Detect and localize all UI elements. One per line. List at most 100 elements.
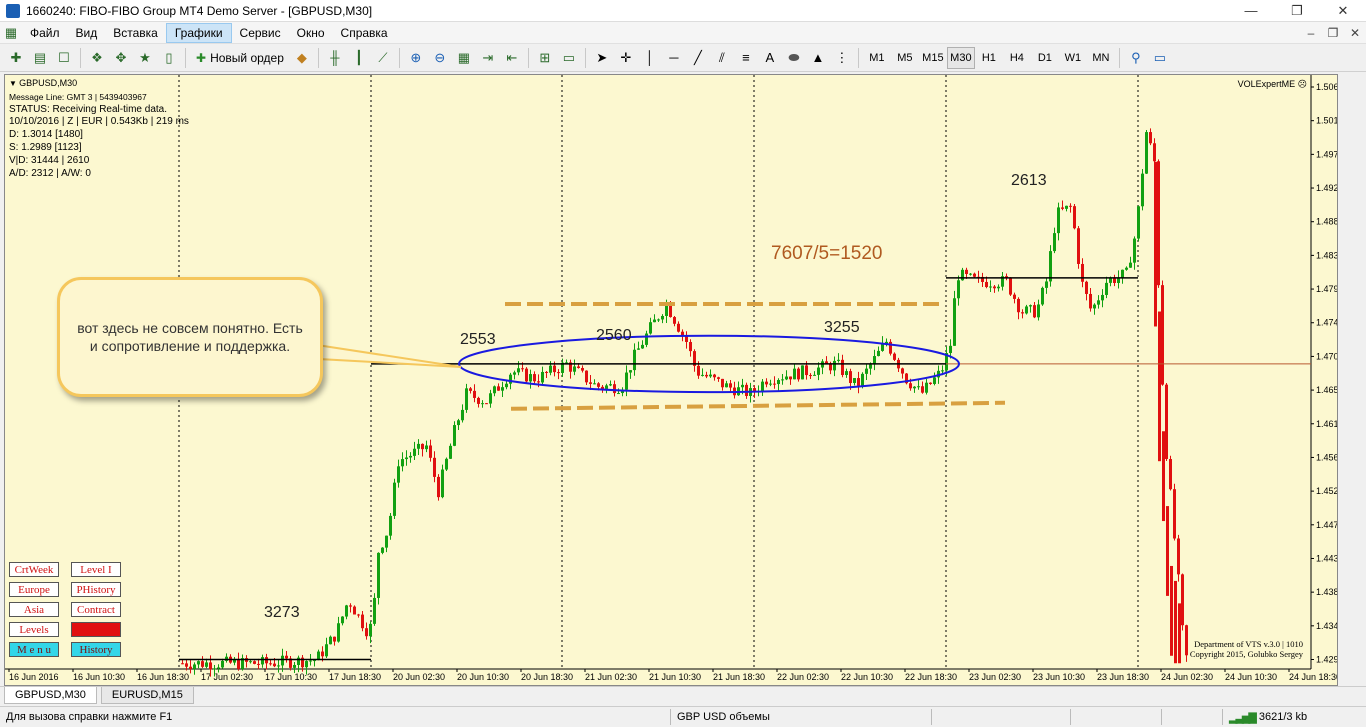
tab-eurusd-m15[interactable]: EURUSD,M15 [100, 687, 194, 704]
time-tick-label: 20 Jun 10:30 [457, 672, 509, 682]
candle-body [877, 350, 880, 357]
mdi-minimize-button[interactable]: – [1300, 26, 1322, 40]
candle-body [333, 636, 336, 642]
candle-body [1170, 565, 1173, 656]
candle-body [689, 341, 692, 352]
menu-window[interactable]: Окно [289, 24, 333, 42]
tf-h4[interactable]: H4 [1003, 47, 1031, 69]
chart-window[interactable]: 1.5060 1.5015 1.4970 1.4925 1.4880 1.4835 1.47… [4, 74, 1338, 686]
asia-button[interactable]: Asia [9, 602, 59, 617]
menu-view[interactable]: Вид [68, 24, 106, 42]
menu-panel-button[interactable]: M e n u [9, 642, 59, 657]
text-icon[interactable]: A [758, 47, 782, 69]
menu-insert[interactable]: Вставка [105, 24, 166, 42]
crtweek-button[interactable]: CrtWeek [9, 562, 59, 577]
search-icon[interactable]: ⚲ [1124, 47, 1148, 69]
horizontal-line-icon[interactable]: ─ [662, 47, 686, 69]
zoom-in-icon[interactable]: ⊕ [404, 47, 428, 69]
tf-d1[interactable]: D1 [1031, 47, 1059, 69]
menu-charts[interactable]: Графики [165, 22, 232, 43]
equidistant-channel-icon[interactable]: ⫽ [710, 47, 734, 69]
bar-chart-icon[interactable]: ╫ [323, 47, 347, 69]
menu-help[interactable]: Справка [333, 24, 396, 42]
tf-m5[interactable]: M5 [891, 47, 919, 69]
ellipse-icon[interactable]: ⬬ [782, 47, 806, 69]
candle-body [1165, 384, 1168, 460]
chart-shift-icon[interactable]: ⇤ [500, 47, 524, 69]
autotrading-icon[interactable]: ◆ [290, 47, 314, 69]
time-tick-label: 20 Jun 02:30 [393, 672, 445, 682]
tf-h1[interactable]: H1 [975, 47, 1003, 69]
candle-body [321, 651, 324, 657]
tile-windows-icon[interactable]: ▦ [452, 47, 476, 69]
minimize-button[interactable]: — [1228, 0, 1274, 22]
candle-body [701, 374, 704, 376]
tf-m1[interactable]: M1 [863, 47, 891, 69]
tf-m15[interactable]: M15 [919, 47, 947, 69]
candle-body [721, 378, 724, 388]
time-tick-label: 24 Jun 18:30 [1289, 672, 1337, 682]
menu-file[interactable]: Файл [22, 24, 68, 42]
level1-button[interactable]: Level I [71, 562, 121, 577]
line-chart-icon[interactable]: ⟋ [371, 47, 395, 69]
terminal-icon[interactable]: ▯ [157, 47, 181, 69]
right-gutter [1338, 74, 1366, 686]
fibo-fan-icon[interactable]: ⋮ [830, 47, 854, 69]
auto-scroll-icon[interactable]: ⇥ [476, 47, 500, 69]
volume-ratio-label: 7607/5=1520 [771, 243, 883, 264]
fibonacci-icon[interactable]: ≡ [734, 47, 758, 69]
menu-tools[interactable]: Сервис [232, 24, 289, 42]
mdi-restore-button[interactable]: ❐ [1322, 26, 1344, 40]
red-status-button[interactable] [71, 622, 121, 637]
vertical-line-icon[interactable]: │ [638, 47, 662, 69]
market-watch-icon[interactable]: ❖ [85, 47, 109, 69]
candle-body [953, 298, 956, 346]
candle-body [1185, 625, 1188, 656]
time-tick-label: 22 Jun 18:30 [905, 672, 957, 682]
chat-icon[interactable]: ▭ [1148, 47, 1172, 69]
smiley-icon: ☹ [1297, 79, 1307, 89]
candle-body [633, 349, 636, 371]
price-tick-label: 1.4745 [1316, 318, 1337, 328]
candle-body [237, 659, 240, 669]
levels-button[interactable]: Levels [9, 622, 59, 637]
europe-button[interactable]: Europe [9, 582, 59, 597]
candle-body [965, 269, 968, 274]
indicators-icon[interactable]: ⊞ [533, 47, 557, 69]
status-bar: Для вызова справки нажмите F1 GBP USD об… [0, 706, 1366, 727]
favorites-icon[interactable]: ★ [133, 47, 157, 69]
time-tick-label: 16 Jun 2016 [9, 672, 59, 682]
vd-line: V|D: 31444 | 2610 [9, 154, 90, 166]
candle-body [421, 443, 424, 450]
contract-button[interactable]: Contract [71, 602, 121, 617]
phistory-button[interactable]: PHistory [71, 582, 121, 597]
history-button[interactable]: History [71, 642, 121, 657]
maximize-button[interactable]: ❐ [1274, 0, 1320, 22]
zoom-out-icon[interactable]: ⊖ [428, 47, 452, 69]
tf-m30[interactable]: M30 [946, 46, 975, 69]
navigator-icon[interactable]: ☐ [52, 47, 76, 69]
new-order-button[interactable]: ✚ Новый ордер [190, 51, 290, 65]
trendline-icon[interactable]: ╱ [686, 47, 710, 69]
candle-body [429, 445, 432, 458]
candle-body [1013, 294, 1016, 299]
candle-body [841, 359, 844, 376]
close-button[interactable]: ✕ [1320, 0, 1366, 22]
candle-body [405, 457, 408, 460]
price-tick-label: 1.5015 [1316, 116, 1337, 126]
tf-w1[interactable]: W1 [1059, 47, 1087, 69]
tab-gbpusd-m30[interactable]: GBPUSD,M30 [4, 687, 97, 704]
mdi-close-button[interactable]: ✕ [1344, 26, 1366, 40]
profiles-icon[interactable]: ▤ [28, 47, 52, 69]
data-window-icon[interactable]: ✥ [109, 47, 133, 69]
templates-icon[interactable]: ▭ [557, 47, 581, 69]
candle-chart-icon[interactable]: ┃ [347, 47, 371, 69]
candle-body [1105, 282, 1108, 295]
cursor-icon[interactable]: ➤ [590, 47, 614, 69]
crosshair-icon[interactable]: ✛ [614, 47, 638, 69]
label-2553: 2553 [460, 331, 496, 348]
new-chart-icon[interactable]: ✚ [4, 47, 28, 69]
triangle-icon[interactable]: ▲ [806, 47, 830, 69]
tf-mn[interactable]: MN [1087, 47, 1115, 69]
time-tick-label: 23 Jun 02:30 [969, 672, 1021, 682]
